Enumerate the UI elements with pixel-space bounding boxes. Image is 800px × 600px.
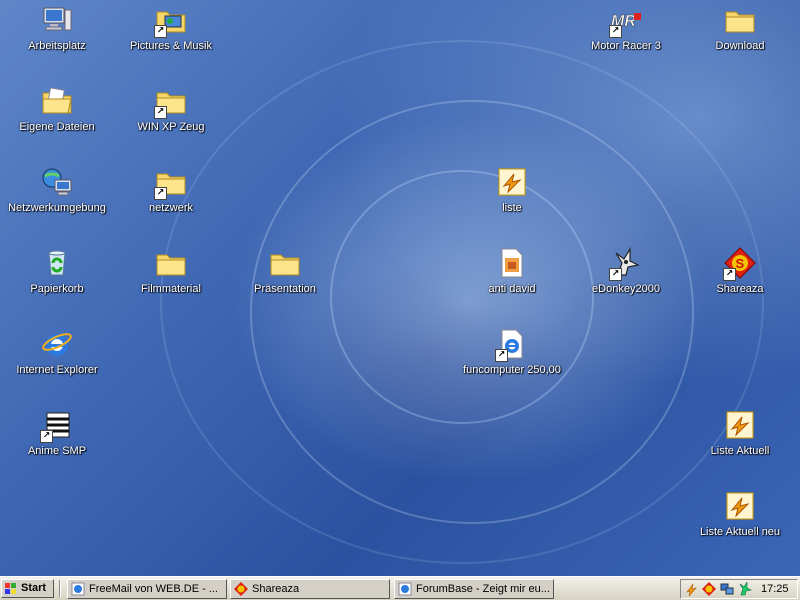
desktop-icon-motor-racer-3[interactable]: MR ↗ Motor Racer 3 [571,2,681,78]
winamp-icon [726,411,754,439]
desktop-icon-filmmaterial[interactable]: Filmmaterial [116,245,226,321]
desktop-icon-label: Präsentation [254,283,316,295]
desktop-icon-label: Eigene Dateien [19,121,95,133]
shortcut-arrow-icon: ↗ [609,268,622,281]
taskbar-button-freemail[interactable]: FreeMail von WEB.DE - ... [67,579,227,599]
desktop-icon-papierkorb[interactable]: Papierkorb [2,245,112,321]
taskbar-button-label: ForumBase - Zeigt mir eu... [416,583,550,595]
desktop-icon-label: Arbeitsplatz [28,40,86,52]
start-button[interactable]: Start [1,579,54,598]
desktop-icon-label: Liste Aktuell neu [699,526,781,538]
desktop-icon-arbeitsplatz[interactable]: Arbeitsplatz [2,2,112,78]
desktop-icon-label: Filmmaterial [141,283,201,295]
clock[interactable]: 17:25 [761,583,789,595]
taskbar-button-label: FreeMail von WEB.DE - ... [89,583,218,595]
taskbar-button-forumbase[interactable]: ForumBase - Zeigt mir eu... [394,579,554,599]
shortcut-arrow-icon: ↗ [154,25,167,38]
desktop-icon-shareaza[interactable]: S ↗ Shareaza [685,245,795,321]
winamp-icon[interactable] [684,582,698,596]
desktop-icon-label: funcomputer 250,00 [463,364,561,376]
desktop-icon-label: liste [502,202,522,214]
desktop-icon-eigene-dateien[interactable]: Eigene Dateien [2,83,112,159]
desktop-icon-anti-david[interactable]: anti david [457,245,567,321]
ie-page-icon [71,582,85,596]
desktop-icon-label: anti david [488,283,536,295]
desktop-icon-internet-explorer[interactable]: Internet Explorer [2,326,112,402]
desktop-icon-liste-aktuell[interactable]: Liste Aktuell [685,407,795,483]
shareaza-icon [234,582,248,596]
desktop-icon-win-xp-zeug[interactable]: ↗ WIN XP Zeug [116,83,226,159]
desktop-icon-label: Netzwerkumgebung [8,202,106,214]
desktop-icon-label: WIN XP Zeug [137,121,205,133]
network-icon[interactable] [720,582,734,596]
image-file-icon [501,248,523,278]
desktop-icon-download[interactable]: Download [685,2,795,78]
shareaza-icon[interactable] [702,582,716,596]
ie-page-icon [398,582,412,596]
folder-icon [725,11,755,33]
desktop-icon-label: Anime SMP [27,445,87,457]
computer-icon [43,7,72,31]
desktop-icon-label: eDonkey2000 [592,283,660,295]
recycle-bin-icon [48,250,66,276]
desktop[interactable]: Arbeitsplatz ↗ Pictures & Musik MR ↗ Mot… [0,0,800,576]
desktop-icon-label: Papierkorb [30,283,84,295]
desktop-icon-netzwerk[interactable]: ↗ netzwerk [116,164,226,240]
desktop-icon-label: Pictures & Musik [130,40,212,52]
desktop-icon-label: Liste Aktuell [710,445,770,457]
taskbar: Start FreeMail von WEB.DE - ... Shareaza… [0,576,800,600]
internet-explorer-icon [42,333,72,356]
desktop-icon-liste[interactable]: liste [457,164,567,240]
desktop-icon-netzwerkumgebung[interactable]: Netzwerkumgebung [2,164,112,240]
system-tray: 17:25 [680,579,798,599]
my-documents-icon [42,87,72,114]
shortcut-arrow-icon: ↗ [723,268,736,281]
shortcut-arrow-icon: ↗ [495,349,508,362]
winamp-icon [498,168,526,196]
desktop-icon-label: netzwerk [148,202,194,214]
winamp-icon [726,492,754,520]
desktop-icon-liste-aktuell-neu[interactable]: Liste Aktuell neu [685,488,795,564]
edonkey-icon[interactable] [738,582,752,596]
shortcut-arrow-icon: ↗ [154,106,167,119]
shortcut-arrow-icon: ↗ [154,187,167,200]
folder-icon [270,254,300,276]
desktop-icon-funcomputer[interactable]: ↗ funcomputer 250,00 [457,326,567,402]
desktop-icon-label: Motor Racer 3 [591,40,661,52]
desktop-icon-anime-smp[interactable]: ↗ Anime SMP [2,407,112,483]
shortcut-arrow-icon: ↗ [40,430,53,443]
shortcut-arrow-icon: ↗ [609,25,622,38]
desktop-icon-label: Internet Explorer [16,364,98,376]
desktop-icon-edonkey2000[interactable]: ↗ eDonkey2000 [571,245,681,321]
desktop-icon-praesentation[interactable]: Präsentation [230,245,340,321]
taskbar-button-shareaza[interactable]: Shareaza [230,579,390,599]
desktop-icon-label: Shareaza [716,283,764,295]
windows-logo-icon [5,583,16,594]
desktop-icon-label: Download [715,40,765,52]
folder-icon [156,254,186,276]
taskbar-separator [59,580,61,597]
start-label: Start [21,582,47,594]
taskbar-button-label: Shareaza [252,583,300,595]
svg-text:S: S [736,256,745,271]
network-icon [42,168,72,196]
desktop-icon-pictures-musik[interactable]: ↗ Pictures & Musik [116,2,226,78]
